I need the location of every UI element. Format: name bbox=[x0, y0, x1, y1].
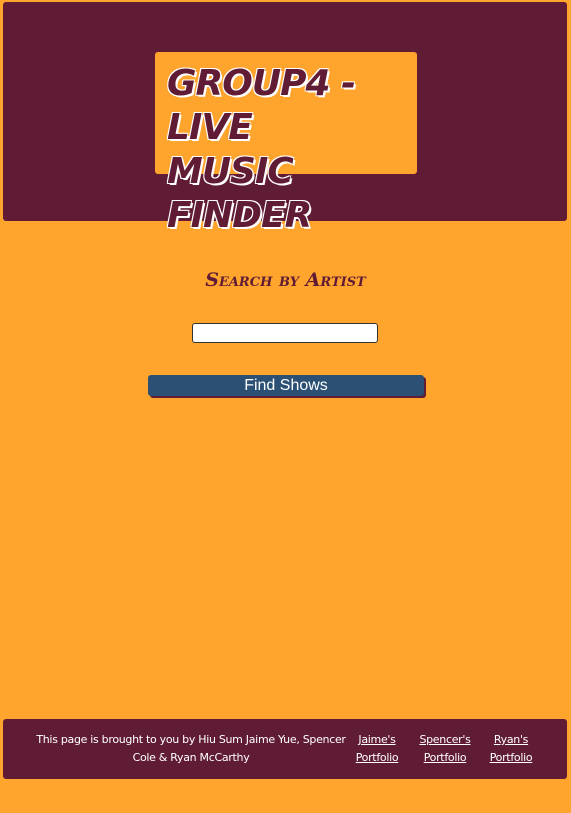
site-title: Group4 - Live Music Finder bbox=[167, 62, 417, 238]
ryan-portfolio-link-line2: Portfolio bbox=[489, 751, 533, 764]
footer-credit: This page is brought to you by Hiu Sum J… bbox=[36, 733, 346, 764]
jaime-portfolio-link[interactable]: Jaime's Portfolio bbox=[351, 731, 403, 767]
jaime-portfolio-link-line1: Jaime's bbox=[358, 733, 396, 746]
artist-search-input[interactable] bbox=[192, 323, 378, 343]
spencer-portfolio-link[interactable]: Spencer's Portfolio bbox=[414, 731, 476, 767]
search-heading: Search by Artist bbox=[205, 269, 366, 291]
spencer-portfolio-link-line1: Spencer's bbox=[419, 733, 471, 746]
main-content: Search by Artist Find Shows bbox=[0, 221, 571, 717]
site-title-line1: Group4 - Live bbox=[167, 63, 356, 148]
ryan-portfolio-link[interactable]: Ryan's Portfolio bbox=[483, 731, 539, 767]
jaime-portfolio-link-line2: Portfolio bbox=[355, 751, 399, 764]
site-header: Group4 - Live Music Finder bbox=[3, 2, 567, 236]
ryan-portfolio-link-line1: Ryan's bbox=[493, 733, 529, 746]
spencer-portfolio-link-line2: Portfolio bbox=[423, 751, 467, 764]
title-banner: Group4 - Live Music Finder bbox=[155, 52, 417, 236]
find-shows-button[interactable]: Find Shows bbox=[148, 375, 424, 396]
page: Group4 - Live Music Finder Search by Art… bbox=[0, 0, 571, 813]
site-footer: This page is brought to you by Hiu Sum J… bbox=[3, 719, 567, 779]
